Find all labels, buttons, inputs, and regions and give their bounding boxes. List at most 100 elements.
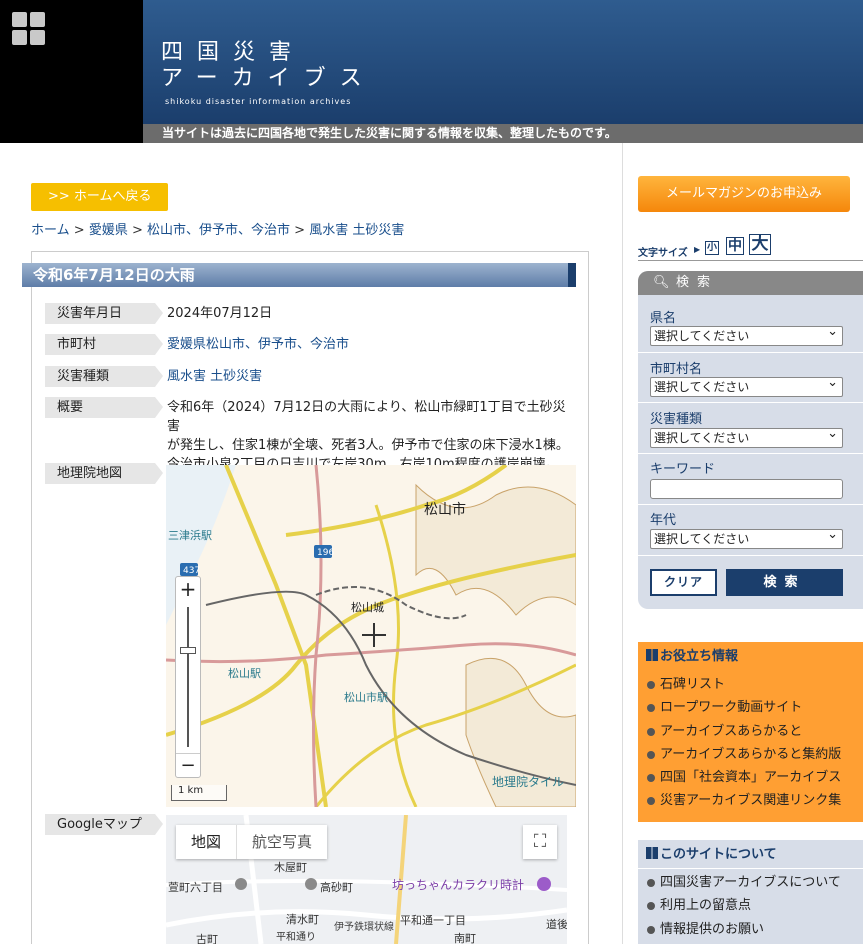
- gmap-label: 清水町: [286, 913, 319, 926]
- gmap-label: 平和通一丁目: [400, 914, 466, 927]
- gmap-label: 萱町六丁目: [168, 881, 223, 894]
- site-title[interactable]: 四国災害 アーカイブス: [161, 40, 376, 92]
- useful-info-heading-text: お役立ち情報: [660, 649, 739, 664]
- about-list: 四国災害アーカイブスについて 利用上の留意点 情報提供のお願い: [646, 871, 856, 941]
- label-type: 災害種類: [45, 366, 163, 387]
- about-heading-text: このサイトについて: [660, 847, 777, 862]
- breadcrumb-type[interactable]: 風水害 土砂災害: [309, 223, 404, 238]
- map-label-city: 松山市: [424, 501, 466, 518]
- google-map[interactable]: 萱町六丁目 高砂町 木屋町 清水町 平和通一丁目 坊っちゃんカラクリ時計 伊予鉄…: [166, 815, 567, 944]
- value-summary: 令和6年（2024）7月12日の大雨により、松山市緑町1丁目で土砂災害 が発生し…: [167, 398, 577, 474]
- gsi-map[interactable]: 松山市 三津浜駅 松山城 松山駅 松山市駅 196 437 + − 1 km 地…: [166, 465, 576, 807]
- divider: [638, 555, 863, 556]
- svg-text:196: 196: [317, 548, 334, 558]
- site-title-line2: アーカイブス: [161, 66, 376, 91]
- map-label-station2: 松山市駅: [344, 690, 388, 704]
- font-size-large-button[interactable]: 大: [749, 234, 771, 255]
- fullscreen-icon[interactable]: ⛶: [523, 825, 557, 859]
- zoom-out-button[interactable]: −: [176, 753, 200, 777]
- site-title-line1: 四国災害: [161, 40, 306, 65]
- about-link[interactable]: 四国災害アーカイブスについて: [646, 871, 856, 894]
- label-municipality: 市町村: [45, 334, 163, 355]
- search-label-keyword: キーワード: [650, 462, 716, 477]
- search-label-prefecture: 県名: [650, 311, 677, 326]
- summary-line: 令和6年（2024）7月12日の大雨により、松山市緑町1丁目で土砂災害: [167, 400, 566, 434]
- font-size-control: 文字サイズ ▶ 小 中 大: [638, 234, 863, 261]
- divider: [638, 402, 863, 403]
- site-logo-icon: [12, 12, 46, 46]
- search-label-type: 災害種類: [650, 412, 703, 427]
- search-heading-text: 検索: [676, 275, 719, 290]
- breadcrumb-city[interactable]: 松山市、伊予市、今治市: [147, 223, 290, 238]
- search-button[interactable]: 検索: [726, 569, 843, 596]
- map-type-control: 地図 航空写真: [176, 825, 328, 859]
- divider: [638, 352, 863, 353]
- keyword-input[interactable]: [650, 479, 843, 499]
- useful-link[interactable]: ロープワーク動画サイト: [646, 696, 856, 719]
- site-header: 四国災害 アーカイブス shikoku disaster information…: [143, 0, 863, 124]
- gsi-map-canvas[interactable]: 松山市 三津浜駅 松山城 松山駅 松山市駅 196 437: [166, 465, 576, 807]
- map-label-castle: 松山城: [351, 600, 384, 614]
- zoom-in-button[interactable]: +: [176, 577, 200, 601]
- label-date: 災害年月日: [45, 303, 163, 324]
- divider: [638, 453, 863, 454]
- map-type-satellite-button[interactable]: 航空写真: [236, 825, 327, 859]
- value-type[interactable]: 風水害 土砂災害: [167, 367, 262, 386]
- useful-info-panel: お役立ち情報 石碑リスト ロープワーク動画サイト アーカイブスあらかると アーカ…: [638, 642, 863, 822]
- about-link[interactable]: 情報提供のお願い: [646, 918, 856, 941]
- gmap-label: 高砂町: [320, 880, 353, 894]
- grid-icon: [646, 649, 658, 661]
- map-label-station1: 松山駅: [228, 666, 261, 680]
- breadcrumb-sep: >: [294, 223, 306, 238]
- font-size-label: 文字サイズ: [638, 248, 688, 259]
- gmap-label: 南町: [454, 932, 476, 944]
- useful-link[interactable]: 四国「社会資本」アーカイブス: [646, 766, 856, 789]
- mail-magazine-button[interactable]: メールマガジンのお申込み: [638, 176, 850, 212]
- search-icon: 🔍︎: [653, 275, 670, 290]
- search-panel: 🔍︎ 検索 県名 選択してください 市町村名 選択してください 災害種類 選択し…: [638, 271, 863, 609]
- municipality-select[interactable]: 選択してください: [650, 374, 843, 397]
- search-label-era: 年代: [650, 513, 677, 528]
- value-municipality[interactable]: 愛媛県松山市、伊予市、今治市: [167, 335, 349, 354]
- arrow-right-icon: ▶: [694, 245, 701, 254]
- about-panel: このサイトについて 四国災害アーカイブスについて 利用上の留意点 情報提供のお願…: [638, 840, 863, 944]
- clear-button[interactable]: クリア: [650, 569, 717, 596]
- breadcrumb-sep: >: [131, 223, 143, 238]
- map-scale: 1 km: [171, 785, 227, 801]
- useful-info-heading: お役立ち情報: [638, 642, 863, 671]
- gmap-label: 古町: [196, 933, 218, 944]
- breadcrumb-home[interactable]: ホーム: [31, 223, 70, 238]
- font-size-small-button[interactable]: 小: [705, 241, 719, 255]
- map-type-map-button[interactable]: 地図: [176, 825, 236, 859]
- era-select[interactable]: 選択してください: [650, 526, 843, 549]
- prefecture-select[interactable]: 選択してください: [650, 323, 843, 346]
- useful-link[interactable]: アーカイブスあらかると集約版: [646, 743, 856, 766]
- breadcrumb-prefecture[interactable]: 愛媛県: [89, 223, 128, 238]
- disaster-type-select[interactable]: 選択してください: [650, 425, 843, 448]
- map-attribution[interactable]: 地理院タイル: [492, 773, 564, 790]
- label-gsi-map: 地理院地図: [45, 463, 163, 484]
- site-subtitle: shikoku disaster information archives: [165, 97, 352, 106]
- logo-box: [0, 0, 143, 143]
- breadcrumb: ホーム > 愛媛県 > 松山市、伊予市、今治市 > 風水害 土砂災害: [31, 219, 404, 238]
- useful-link[interactable]: 災害アーカイブス関連リンク集: [646, 789, 856, 812]
- about-heading: このサイトについて: [638, 840, 863, 869]
- search-heading: 🔍︎ 検索: [638, 271, 863, 295]
- gmap-label: 平和通り: [276, 931, 316, 943]
- font-size-medium-button[interactable]: 中: [726, 237, 744, 255]
- zoom-slider-track[interactable]: [187, 607, 189, 747]
- zoom-slider-handle[interactable]: [180, 647, 196, 654]
- gmap-label: 道後: [546, 917, 567, 931]
- label-summary: 概要: [45, 397, 163, 418]
- map-label-mitsuhama: 三津浜駅: [168, 529, 212, 542]
- home-button[interactable]: >> ホームへ戻る: [31, 183, 168, 211]
- label-google-map: Googleマップ: [45, 814, 163, 835]
- divider: [638, 504, 863, 505]
- summary-line: が発生し、住家1棟が全壊、死者3人。伊予市で住家の床下浸水1棟。: [167, 438, 569, 453]
- useful-link[interactable]: 石碑リスト: [646, 673, 856, 696]
- useful-link[interactable]: アーカイブスあらかると: [646, 720, 856, 743]
- svg-text:437: 437: [183, 566, 200, 576]
- tagline: 当サイトは過去に四国各地で発生した災害に関する情報を収集、整理したものです。: [143, 124, 863, 143]
- about-link[interactable]: 利用上の留意点: [646, 894, 856, 917]
- grid-icon: [646, 847, 658, 859]
